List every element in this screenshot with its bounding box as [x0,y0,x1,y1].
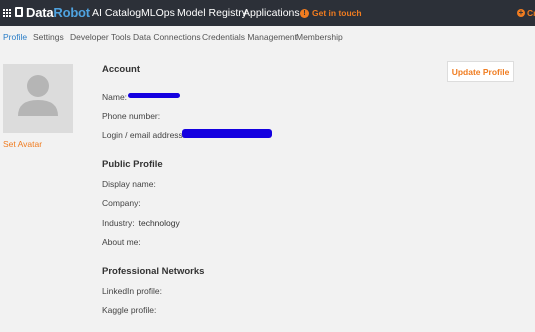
about-me-label: About me: [102,237,141,247]
profile-subnav: Profile Settings Developer Tools Data Co… [0,32,535,46]
plus-icon: + [517,8,525,17]
brand-name-part-2: Robot [53,5,90,20]
kaggle-label: Kaggle profile: [102,305,157,315]
industry-label: Industry: [102,218,135,228]
brand-name-part-1: Data [26,5,54,20]
redacted-name [128,93,180,98]
company-label: Company: [102,198,141,208]
linkedin-label: LinkedIn profile: [102,286,163,296]
tab-membership[interactable]: Membership [296,32,343,42]
get-in-touch-link[interactable]: ! Get in touch [300,8,362,18]
info-alert-icon: ! [300,8,309,18]
public-profile-heading: Public Profile [102,159,163,170]
nav-model-registry[interactable]: Model Registry [177,7,247,19]
display-name-label: Display name: [102,179,156,189]
apps-grid-icon[interactable] [3,9,11,17]
create-button[interactable]: + Cr [517,8,535,18]
nav-ai-catalog[interactable]: AI Catalog [92,7,141,19]
professional-networks-heading: Professional Networks [102,266,205,277]
redacted-email [182,129,272,138]
tab-profile[interactable]: Profile [3,32,27,42]
tab-data-connections[interactable]: Data Connections [133,32,201,42]
user-placeholder-icon [18,75,58,116]
industry-value: technology [138,218,180,228]
datarobot-logo-icon [15,7,23,17]
industry-field: Industry: technology [102,218,180,228]
set-avatar-link[interactable]: Set Avatar [3,139,42,149]
update-profile-button[interactable]: Update Profile [447,61,514,82]
get-in-touch-label: Get in touch [312,8,362,18]
login-field-label: Login / email address: [102,130,186,140]
top-navbar: DataRobot AI Catalog MLOps Model Registr… [0,0,535,26]
name-field-label: Name: [102,92,128,102]
nav-applications[interactable]: Applications [243,7,300,19]
account-heading: Account [102,64,140,75]
tab-credentials-management[interactable]: Credentials Management [202,32,297,42]
phone-field-label: Phone number: [102,111,161,121]
brand-logo[interactable]: DataRobot [26,5,90,20]
create-label: Cr [527,8,535,18]
avatar [3,64,73,133]
tab-developer-tools[interactable]: Developer Tools [70,32,131,42]
nav-mlops[interactable]: MLOps [141,7,175,19]
tab-settings[interactable]: Settings [33,32,64,42]
